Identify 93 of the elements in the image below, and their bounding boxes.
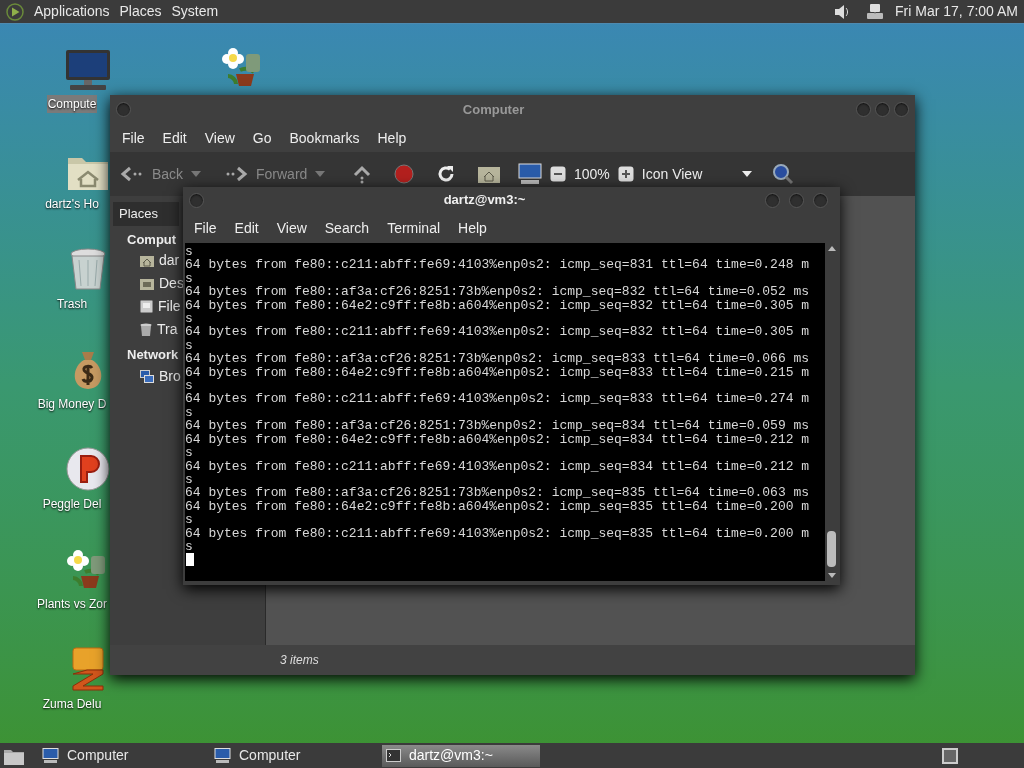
terminal-line: s: [185, 513, 193, 527]
menu-item[interactable]: Edit: [153, 127, 196, 149]
monitor-icon: [42, 748, 59, 763]
menu-item[interactable]: Search: [315, 217, 379, 239]
sidebar-item[interactable]: Bro: [159, 365, 181, 387]
taskbar-button[interactable]: Computer: [210, 744, 368, 767]
network-icon: [140, 369, 154, 383]
right-arrow-icon: [224, 166, 248, 182]
menu-item[interactable]: File: [185, 217, 226, 239]
menu-item[interactable]: View: [267, 217, 316, 239]
terminal-line: 64 bytes from fe80::c211:abff:fe69:4103%enp0s2: icmp_seq=834 ttl=64 time=0.212 m: [185, 459, 810, 473]
caret-icon: [191, 171, 202, 177]
terminal-line: 64 bytes from fe80::c211:abff:fe69:4103%enp0s2: icmp_seq=831 ttl=64 time=0.248 m: [185, 258, 810, 272]
terminal-line: s: [185, 338, 193, 353]
menu-item[interactable]: View: [195, 127, 244, 149]
sidebar-heading: Comput: [127, 230, 177, 249]
search-icon[interactable]: [771, 163, 794, 185]
zoom-out-icon[interactable]: [550, 166, 566, 182]
caret-icon: [741, 171, 752, 177]
sidebar-item[interactable]: Tra: [157, 319, 178, 340]
desktop-icon-label[interactable]: Plants vs Zor: [36, 595, 109, 613]
terminal-line: 64 bytes from fe80::64e2:c9ff:fe8b:a604%enp0s2: icmp_seq=834 ttl=64 time=0.212 m: [185, 432, 810, 447]
terminal-line: s: [185, 405, 193, 420]
terminal-icon: [386, 749, 401, 762]
scroll-thumb[interactable]: [827, 531, 836, 567]
reload-icon[interactable]: [436, 164, 456, 184]
terminal-line: s: [185, 379, 193, 393]
trash-icon: [140, 323, 152, 336]
terminal-line: 64 bytes from fe80::af3a:cf26:8251:73b%enp0s2: icmp_seq=835 ttl=64 time=0.063 ms: [185, 486, 810, 500]
taskbar-button[interactable]: dartz@vm3:~: [382, 744, 540, 767]
desktop-icon-label[interactable]: dartz's Ho: [44, 195, 100, 213]
terminal-line: 64 bytes from fe80::c211:abff:fe69:4103%enp0s2: icmp_seq=835 ttl=64 time=0.200 m: [185, 526, 810, 540]
status-text: 3 items: [280, 652, 319, 669]
window-title: Computer: [461, 100, 526, 119]
terminal-line: s: [185, 472, 193, 487]
desktop-folder-icon: [140, 277, 154, 290]
terminal-line: 64 bytes from fe80::c211:abff:fe69:4103%enp0s2: icmp_seq=833 ttl=64 time=0.274 m: [185, 392, 810, 406]
sidebar-header[interactable]: Places: [113, 202, 179, 226]
trash-icon: [69, 248, 107, 292]
menu-item[interactable]: Help: [449, 217, 496, 239]
home-folder-icon: [140, 254, 154, 267]
stop-icon[interactable]: [394, 164, 414, 184]
menu-item[interactable]: Edit: [225, 217, 268, 239]
sidebar-item[interactable]: File: [158, 296, 181, 317]
desktop-icon-label[interactable]: Peggle Del: [41, 495, 103, 513]
terminal-line: 64 bytes from fe80::c211:abff:fe69:4103%enp0s2: icmp_seq=832 ttl=64 time=0.305 m: [185, 325, 810, 339]
terminal-line: s: [185, 539, 193, 554]
view-dropdown[interactable]: Icon View: [641, 163, 752, 185]
menu-item[interactable]: Go: [243, 127, 281, 149]
peggle-ball-icon: [65, 446, 111, 492]
menu-item[interactable]: Terminal: [378, 217, 450, 239]
home-folder-icon[interactable]: [478, 165, 500, 183]
panel-menu[interactable]: Places: [119, 1, 162, 22]
cursor: [186, 553, 194, 567]
taskbar-button[interactable]: Computer: [38, 744, 196, 767]
desktop-icon-label[interactable]: Compute: [46, 95, 98, 113]
terminal-line: s: [185, 446, 193, 460]
up-arrow-icon[interactable]: [352, 164, 372, 184]
desktop-icon-label[interactable]: Zuma Delu: [41, 695, 103, 713]
terminal-line: s: [185, 271, 193, 286]
terminal-line: 64 bytes from fe80::af3a:cf26:8251:73b%enp0s2: icmp_seq=834 ttl=64 time=0.059 ms: [185, 419, 810, 433]
menu-item[interactable]: Help: [368, 127, 416, 149]
menu-item[interactable]: File: [113, 127, 154, 149]
scroll-down-icon[interactable]: [828, 573, 836, 578]
network-icon[interactable]: [865, 2, 886, 21]
monitor-icon: [64, 48, 112, 92]
sidebar-heading: Network: [127, 346, 179, 364]
zoom-in-icon[interactable]: [617, 166, 634, 182]
play-logo-icon[interactable]: [6, 2, 24, 21]
sidebar-item[interactable]: Des: [159, 273, 184, 294]
terminal-line: 64 bytes from fe80::64e2:c9ff:fe8b:a604%enp0s2: icmp_seq=833 ttl=64 time=0.215 m: [185, 365, 810, 380]
caret-icon: [315, 171, 326, 177]
menu-item[interactable]: Bookmarks: [280, 127, 369, 149]
terminal-line: 64 bytes from fe80::af3a:cf26:8251:73b%enp0s2: icmp_seq=832 ttl=64 time=0.052 ms: [185, 285, 810, 299]
window-title: dartz@vm3:~: [442, 191, 527, 210]
terminal-line: 64 bytes from fe80::64e2:c9ff:fe8b:a604%enp0s2: icmp_seq=832 ttl=64 time=0.305 m: [185, 298, 810, 313]
drive-icon: [140, 300, 153, 313]
scroll-up-icon[interactable]: [828, 246, 836, 251]
left-arrow-icon: [120, 166, 144, 182]
terminal-line: 64 bytes from fe80::64e2:c9ff:fe8b:a604%enp0s2: icmp_seq=835 ttl=64 time=0.200 m: [185, 499, 810, 514]
terminal-line: 64 bytes from fe80::af3a:cf26:8251:73b%enp0s2: icmp_seq=833 ttl=64 time=0.066 ms: [185, 352, 810, 366]
terminal-line: s: [185, 312, 193, 326]
monitor-icon[interactable]: [518, 163, 542, 185]
workspace-switcher[interactable]: [942, 747, 958, 764]
zoom-level: 100%: [574, 164, 610, 184]
panel-menu[interactable]: Applications: [34, 1, 110, 22]
panel-menu[interactable]: System: [171, 1, 219, 22]
sidebar-item[interactable]: dar: [159, 250, 180, 271]
clock[interactable]: Fri Mar 17, 7:00 AM: [895, 1, 1018, 22]
desktop-icon-label[interactable]: Trash: [55, 295, 89, 313]
desktop-icon-label[interactable]: Big Money D: [36, 395, 108, 413]
monitor-icon: [214, 748, 231, 763]
terminal-line: s: [185, 245, 193, 259]
